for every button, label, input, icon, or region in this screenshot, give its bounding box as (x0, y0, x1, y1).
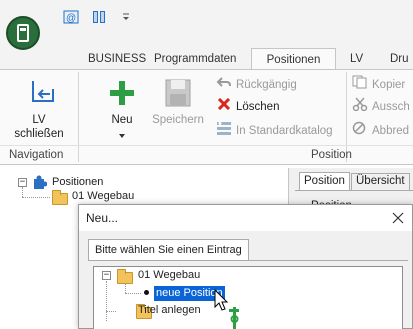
save-icon (165, 79, 191, 107)
neu-button[interactable]: Neu (100, 74, 144, 146)
ribbon-tab-row: BUSINESS Programmdaten Positionen LV Dru (0, 48, 413, 70)
catalog-icon (216, 121, 232, 141)
scissors-icon (352, 97, 368, 117)
lv-schliessen-label-line1: LV (32, 114, 46, 126)
tab-position[interactable]: Position (299, 172, 350, 190)
tree-collapse-toggle[interactable]: − (18, 178, 27, 187)
close-lv-icon (30, 79, 56, 105)
speichern-button[interactable]: Speichern (148, 74, 208, 134)
lv-schliessen-label-line2: schließen (14, 128, 64, 140)
loeschen-label: Löschen (236, 101, 280, 113)
tree-line (22, 197, 50, 198)
undo-icon (216, 76, 232, 94)
folder-icon (52, 190, 68, 205)
ausschneiden-button[interactable]: Aussch (352, 97, 410, 117)
tree-line (125, 283, 126, 293)
dialog-tree[interactable]: − 01 Wegebau neue Position Titel anlegen (93, 266, 403, 329)
standardkatalog-button[interactable]: In Standardkatalog (216, 122, 333, 140)
quick-access-customize-icon[interactable] (121, 9, 131, 23)
quick-access-layout-icon[interactable] (92, 10, 106, 24)
close-icon[interactable] (390, 208, 406, 226)
mouse-cursor-icon (214, 288, 244, 329)
speichern-label: Speichern (152, 114, 204, 126)
tab-programmdaten[interactable]: Programmdaten (150, 48, 240, 70)
svg-text:@: @ (66, 13, 76, 24)
ribbon: LV schließen Neu Speichern Rückgängig Lö… (0, 69, 413, 165)
dialog-tab-underline (88, 260, 408, 261)
dialog-tree-item-wegebau[interactable]: 01 Wegebau (138, 269, 200, 281)
kopieren-button[interactable]: Kopier (352, 75, 406, 95)
title-bar (0, 0, 413, 48)
rueckgaengig-button[interactable]: Rückgängig (216, 76, 297, 94)
calculator-icon (17, 24, 29, 42)
dialog-tree-item-titel-anlegen[interactable]: Titel anlegen (138, 304, 201, 316)
dialog-tab[interactable]: Bitte wählen Sie einen Eintrag (88, 239, 249, 261)
tab-business[interactable]: BUSINESS (84, 48, 150, 70)
chevron-down-icon (118, 130, 126, 138)
application-menu-button[interactable] (6, 16, 40, 50)
abbrechen-label: Abbred (372, 125, 410, 137)
tree-root-label[interactable]: Positionen (52, 176, 103, 188)
tree-line (106, 311, 116, 312)
quick-access-mail-icon[interactable]: @ (63, 10, 79, 24)
puzzle-icon (31, 175, 48, 191)
abbrechen-button[interactable]: Abbred (352, 121, 410, 141)
tab-uebersicht[interactable]: Übersicht (351, 173, 410, 190)
dialog-title: Neu... (86, 211, 119, 225)
tree-line (22, 187, 23, 197)
group-label-divider (0, 145, 413, 146)
tab-underline (295, 190, 413, 191)
tree-line (125, 293, 141, 294)
group-separator (78, 72, 79, 162)
tree-line (106, 281, 107, 321)
bullet-icon (144, 290, 149, 295)
dialog-title-bar: Neu... (79, 205, 412, 231)
plus-icon (109, 80, 135, 106)
dialog-tree-collapse-toggle[interactable]: − (102, 271, 111, 280)
rueckgaengig-label: Rückgängig (236, 79, 297, 91)
delete-x-icon (216, 97, 232, 116)
new-entry-dialog: Neu... Bitte wählen Sie einen Eintrag − … (78, 204, 413, 329)
loeschen-button[interactable]: Löschen (216, 97, 280, 116)
copy-icon (352, 75, 368, 95)
tree-item-wegebau[interactable]: 01 Wegebau (72, 190, 134, 202)
tab-positionen[interactable]: Positionen (251, 48, 336, 70)
group-label-navigation: Navigation (9, 149, 64, 161)
lv-schliessen-button[interactable]: LV schließen (8, 74, 70, 144)
group-label-position: Position (311, 149, 352, 161)
neu-label: Neu (111, 114, 133, 126)
tab-druck[interactable]: Dru (386, 48, 413, 70)
kopieren-label: Kopier (372, 79, 406, 91)
tab-lv[interactable]: LV (346, 48, 367, 70)
cancel-circle-icon (352, 121, 368, 141)
standardkatalog-label: In Standardkatalog (236, 125, 333, 137)
ausschneiden-label: Aussch (372, 101, 410, 113)
